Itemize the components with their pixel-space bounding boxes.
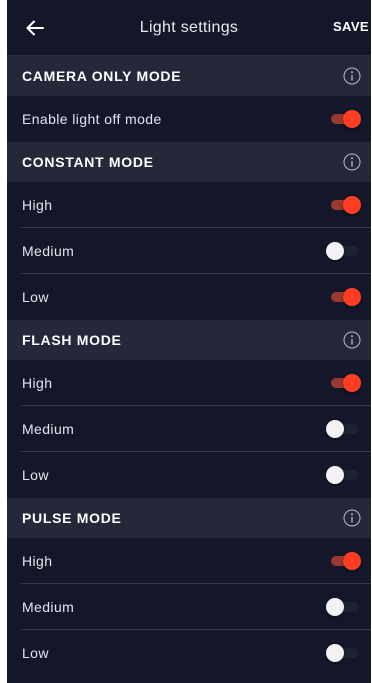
toggle-switch[interactable] <box>326 418 359 440</box>
section-constant-mode: CONSTANT MODE High Medium Low <box>7 142 371 320</box>
toggle-switch[interactable] <box>326 596 359 618</box>
section-header: FLASH MODE <box>7 320 371 360</box>
toggle-switch[interactable] <box>326 464 359 486</box>
section-title: CAMERA ONLY MODE <box>22 68 182 84</box>
section-title: FLASH MODE <box>22 332 122 348</box>
setting-label: Low <box>22 645 49 661</box>
section-title: PULSE MODE <box>22 510 122 526</box>
setting-label: High <box>22 553 53 569</box>
save-button[interactable]: SAVE <box>333 19 369 34</box>
setting-row-enable-light-off-mode: Enable light off mode <box>7 96 371 142</box>
setting-label: Medium <box>22 243 75 259</box>
setting-row-low: Low <box>7 452 371 498</box>
info-icon[interactable] <box>343 331 361 349</box>
setting-row-high: High <box>7 182 371 228</box>
toggle-switch[interactable] <box>331 108 361 130</box>
section-pulse-mode: PULSE MODE High Medium Low <box>7 498 371 676</box>
section-header: CAMERA ONLY MODE <box>7 56 371 96</box>
setting-label: Medium <box>22 599 75 615</box>
setting-label: Enable light off mode <box>22 111 162 127</box>
light-settings-screen: Light settings SAVE CAMERA ONLY MODE Ena… <box>7 0 371 683</box>
info-icon[interactable] <box>343 153 361 171</box>
setting-row-low: Low <box>7 274 371 320</box>
toggle-switch[interactable] <box>326 240 359 262</box>
setting-label: Medium <box>22 421 75 437</box>
section-camera-only-mode: CAMERA ONLY MODE Enable light off mode <box>7 56 371 142</box>
setting-row-high: High <box>7 538 371 584</box>
setting-row-high: High <box>7 360 371 406</box>
info-icon[interactable] <box>343 509 361 527</box>
toggle-switch[interactable] <box>326 642 359 664</box>
setting-row-medium: Medium <box>7 406 371 452</box>
setting-row-low: Low <box>7 630 371 676</box>
section-title: CONSTANT MODE <box>22 154 154 170</box>
toggle-switch[interactable] <box>331 550 361 572</box>
toggle-switch[interactable] <box>331 194 361 216</box>
info-icon[interactable] <box>343 67 361 85</box>
section-header: CONSTANT MODE <box>7 142 371 182</box>
setting-label: Low <box>22 289 49 305</box>
section-flash-mode: FLASH MODE High Medium Low <box>7 320 371 498</box>
app-header: Light settings SAVE <box>7 0 371 56</box>
toggle-switch[interactable] <box>331 286 361 308</box>
setting-label: Low <box>22 467 49 483</box>
setting-label: High <box>22 375 53 391</box>
section-header: PULSE MODE <box>7 498 371 538</box>
setting-row-medium: Medium <box>7 584 371 630</box>
setting-row-medium: Medium <box>7 228 371 274</box>
toggle-switch[interactable] <box>331 372 361 394</box>
page-title: Light settings <box>139 18 239 36</box>
setting-label: High <box>22 197 53 213</box>
